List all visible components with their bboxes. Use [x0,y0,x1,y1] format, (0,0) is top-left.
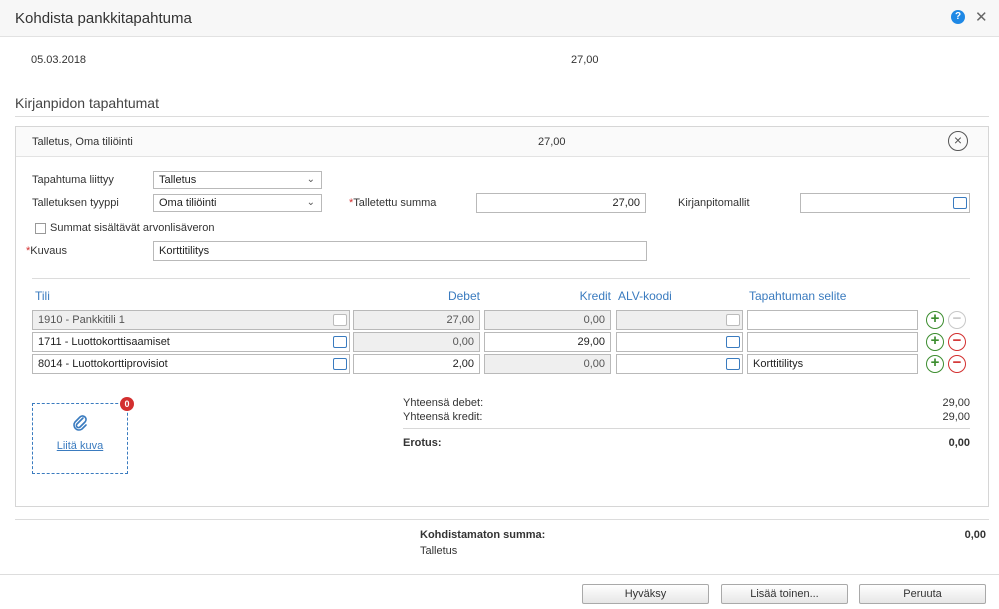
search-list-icon[interactable] [726,358,740,370]
row2-credit-input[interactable]: 29,00 [484,332,611,352]
help-icon[interactable]: ? [951,10,965,24]
deposit-type-select[interactable]: Oma tiliöinti ⌄ [153,194,322,212]
add-another-button[interactable]: Lisää toinen... [721,584,848,604]
attachment-count-badge: 0 [120,397,134,411]
deposited-sum-input[interactable]: 27,00 [476,193,646,213]
transaction-date: 05.03.2018 [31,54,87,66]
totals-divider [403,428,970,429]
row2-vat-input[interactable] [616,332,743,352]
description-label: *Kuvaus [26,245,67,257]
col-header-account: Tili [35,289,50,303]
bottom-divider [15,519,989,520]
dialog-title: Kohdista pankkitapahtuma [15,10,192,27]
add-row-button[interactable]: + [926,311,944,329]
table-divider [32,278,970,279]
unallocated-value: 0,00 [964,529,986,541]
row1-debit-input[interactable]: 27,00 [353,310,480,330]
paperclip-icon [73,415,87,431]
total-debit-label: Yhteensä debet: [403,397,484,409]
accept-button[interactable]: Hyväksy [582,584,709,604]
row2-account-input[interactable]: 1711 - Luottokorttisaamiset [32,332,350,352]
search-list-icon [333,314,347,326]
row3-account-input[interactable]: 8014 - Luottokorttiprovisiot [32,354,350,374]
row1-account-input[interactable]: 1910 - Pankkitili 1 [32,310,350,330]
entry-header-amount: 27,00 [538,136,566,148]
difference-value: 0,00 [948,437,970,449]
row1-vat-input[interactable] [616,310,743,330]
related-label: Tapahtuma liittyy [32,174,114,186]
chevron-down-icon: ⌄ [306,174,315,185]
row1-explanation-input[interactable] [747,310,918,330]
remove-row-button[interactable]: − [948,355,966,373]
remove-entry-icon[interactable]: × [948,131,968,151]
search-list-icon[interactable] [953,197,967,209]
section-divider [15,116,989,117]
footer-divider [0,574,999,575]
col-header-explanation: Tapahtuman selite [749,289,847,303]
row3-debit-input[interactable]: 2,00 [353,354,480,374]
attach-image-link[interactable]: Liitä kuva [32,440,128,452]
cancel-button[interactable]: Peruuta [859,584,986,604]
search-list-icon[interactable] [726,336,740,348]
vat-checkbox[interactable] [35,223,46,234]
deposit-type-label: Talletuksen tyyppi [32,197,119,209]
search-list-icon[interactable] [333,358,347,370]
row2-explanation-input[interactable] [747,332,918,352]
deposited-sum-label: *Talletettu summa [349,197,437,209]
add-row-button[interactable]: + [926,333,944,351]
remove-row-button[interactable]: − [948,333,966,351]
close-icon[interactable]: ✕ [975,8,988,26]
row1-credit-input[interactable]: 0,00 [484,310,611,330]
related-select[interactable]: Talletus ⌄ [153,171,322,189]
add-row-button[interactable]: + [926,355,944,373]
row3-credit-input[interactable]: 0,00 [484,354,611,374]
search-list-icon [726,314,740,326]
row3-vat-input[interactable] [616,354,743,374]
templates-label: Kirjanpitomallit [678,197,750,209]
entry-panel-header [16,127,988,157]
row3-explanation-input[interactable]: Korttitilitys [747,354,918,374]
total-credit-value: 29,00 [942,411,970,423]
entry-header-label: Talletus, Oma tiliöinti [32,136,133,148]
col-header-credit: Kredit [579,289,611,303]
remove-row-button: − [948,311,966,329]
col-header-vat-code: ALV-koodi [618,289,672,303]
search-list-icon[interactable] [333,336,347,348]
difference-label: Erotus: [403,437,442,449]
total-debit-value: 29,00 [942,397,970,409]
related-select-value: Talletus [159,174,197,186]
unallocated-sub: Talletus [420,545,458,557]
description-input[interactable]: Korttitilitys [153,241,647,261]
vat-checkbox-label: Summat sisältävät arvonlisäveron [50,222,215,234]
templates-input[interactable] [800,193,970,213]
row2-debit-input[interactable]: 0,00 [353,332,480,352]
deposit-type-select-value: Oma tiliöinti [159,197,217,209]
chevron-down-icon: ⌄ [306,197,315,208]
section-title: Kirjanpidon tapahtumat [15,95,159,111]
transaction-amount: 27,00 [571,54,599,66]
unallocated-label: Kohdistamaton summa: [420,529,546,541]
col-header-debit: Debet [447,289,480,303]
total-credit-label: Yhteensä kredit: [403,411,483,423]
